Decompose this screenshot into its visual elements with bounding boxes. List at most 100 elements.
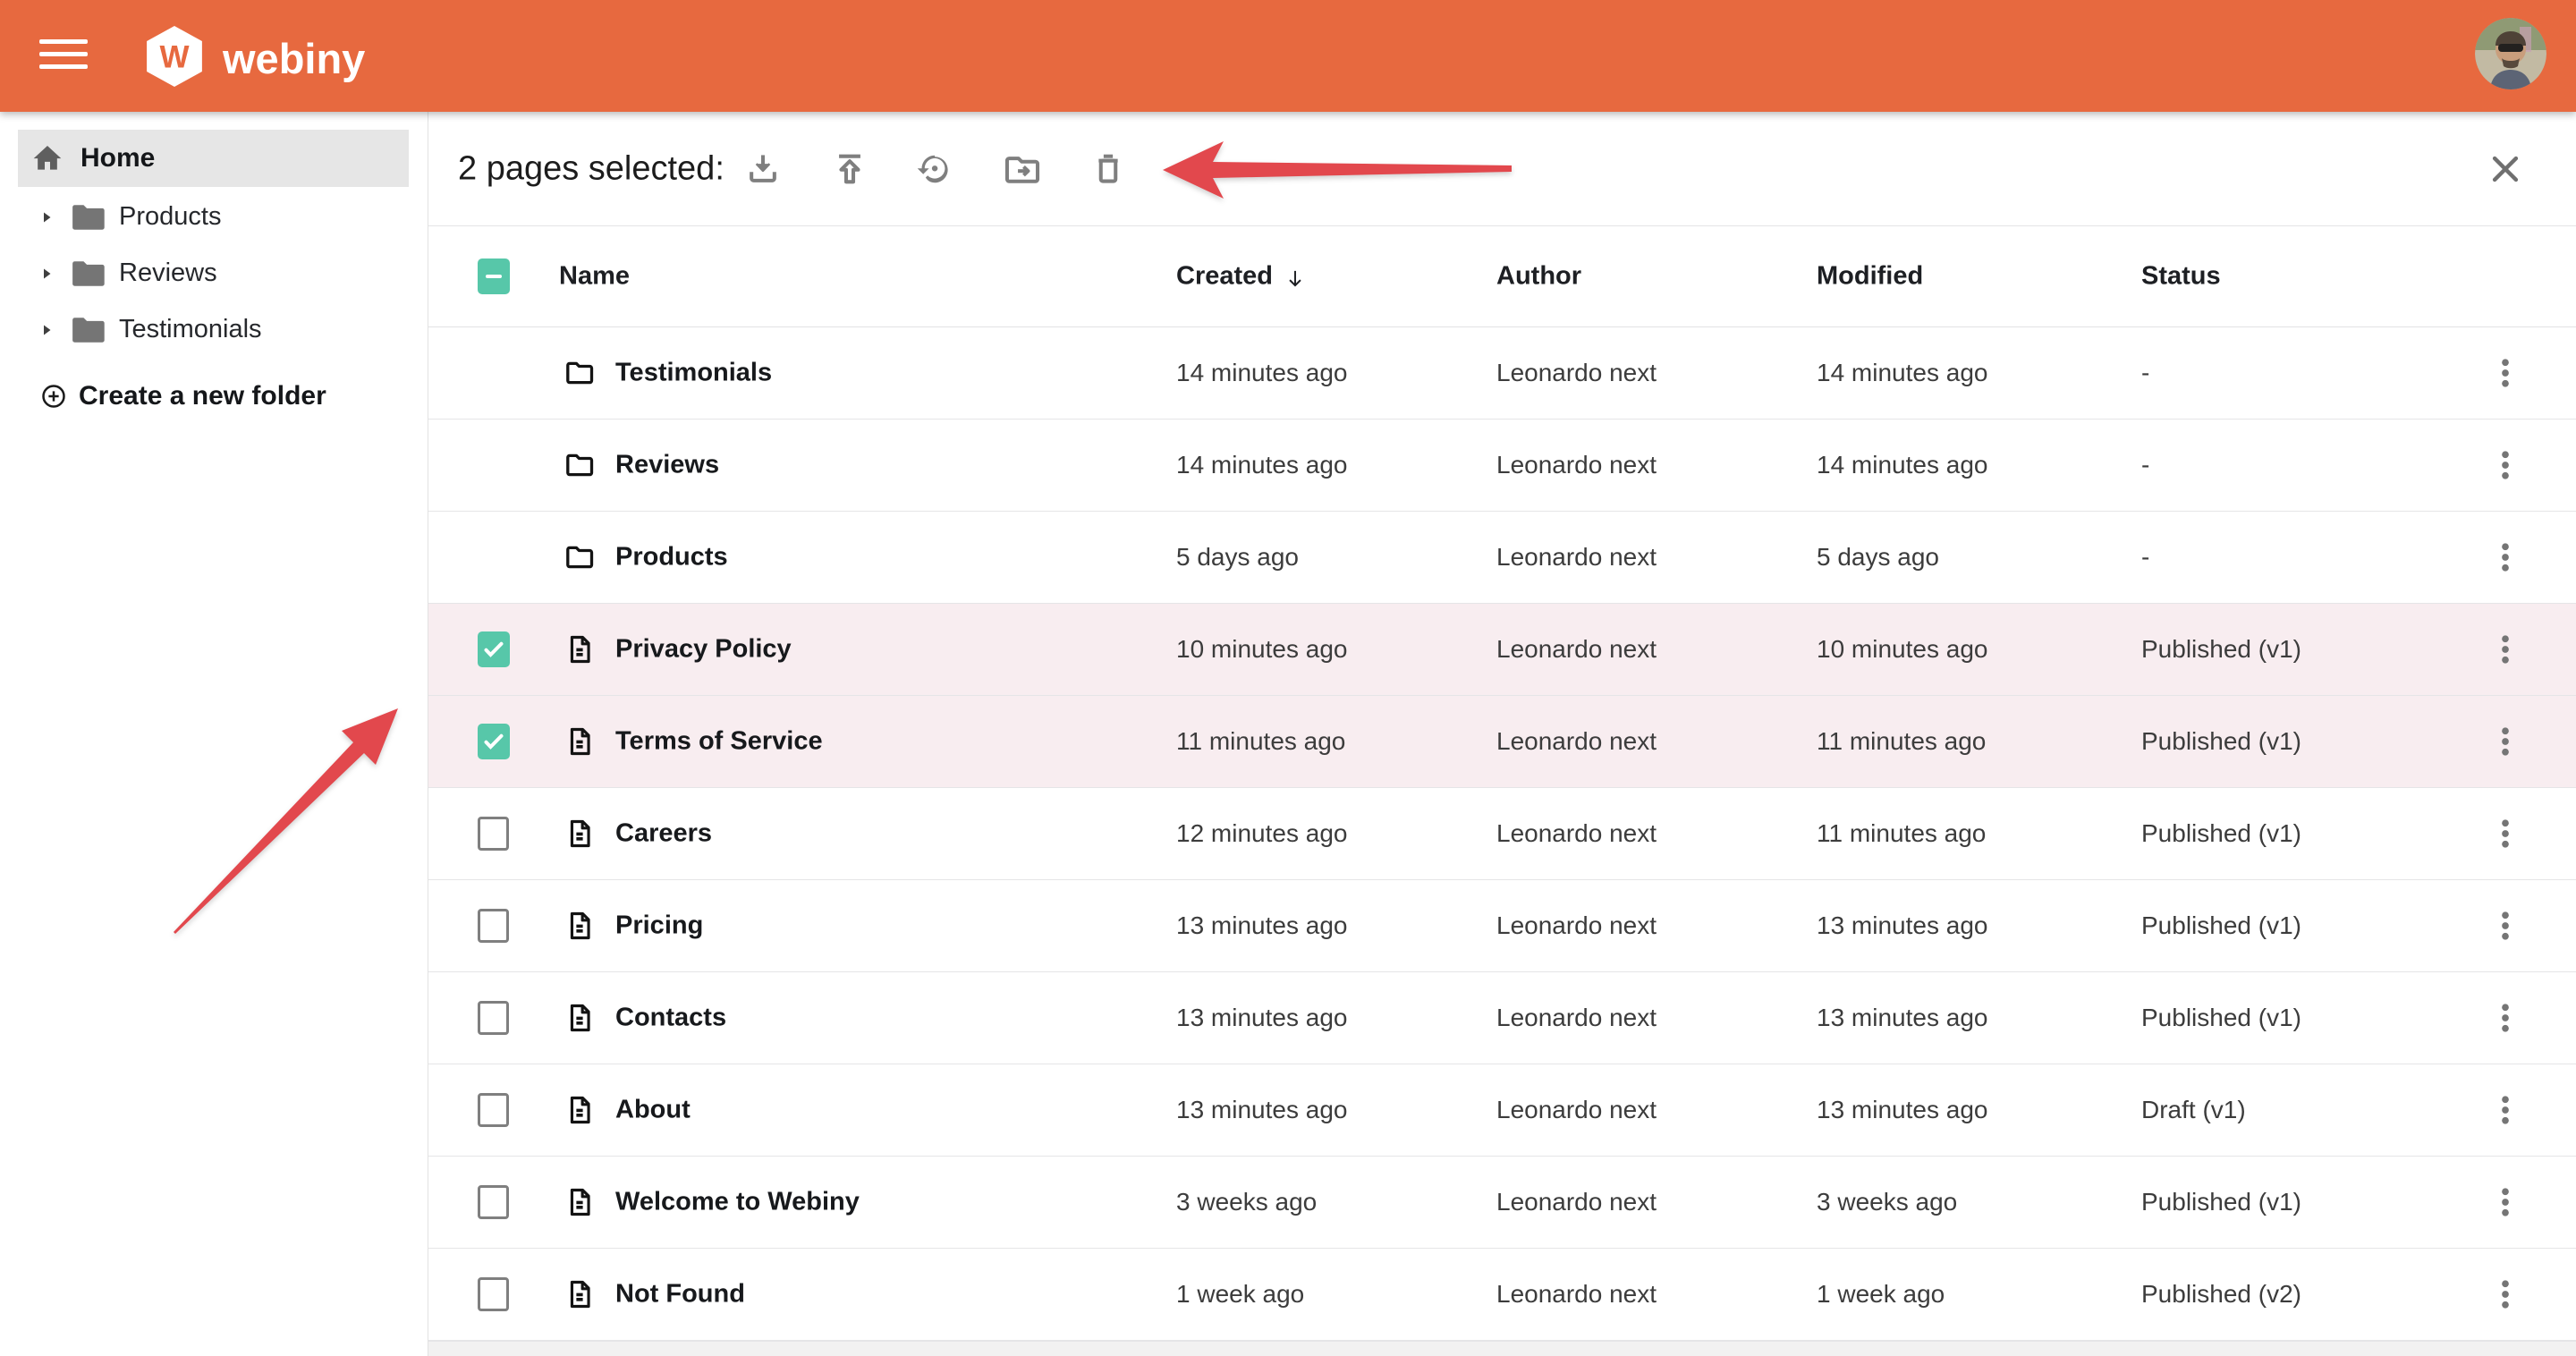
row-status: Published (v1) xyxy=(2141,727,2301,756)
chevron-right-icon[interactable] xyxy=(40,323,55,337)
row-name: Products xyxy=(615,543,728,572)
page-icon xyxy=(564,1186,596,1218)
row-created: 5 days ago xyxy=(1176,543,1299,572)
select-all-checkbox[interactable] xyxy=(478,258,510,294)
avatar-photo xyxy=(2475,18,2546,89)
folder-icon xyxy=(564,357,596,389)
hamburger-menu-icon[interactable] xyxy=(39,39,88,73)
sidebar-item-reviews[interactable]: Reviews xyxy=(0,245,428,301)
table-row[interactable]: Welcome to Webiny 3 weeks ago Leonardo n… xyxy=(428,1157,2576,1249)
sidebar-item-products[interactable]: Products xyxy=(0,189,428,245)
page-icon xyxy=(564,1002,596,1034)
kebab-icon xyxy=(2486,1027,2525,1040)
row-modified: 3 weeks ago xyxy=(1817,1188,1957,1216)
row-modified: 1 week ago xyxy=(1817,1280,1945,1309)
row-name: About xyxy=(615,1096,691,1125)
column-header-created[interactable]: Created xyxy=(1176,262,1307,292)
row-menu-button[interactable] xyxy=(2486,1275,2525,1314)
folder-icon xyxy=(68,198,107,237)
table-body: Testimonials 14 minutes ago Leonardo nex… xyxy=(428,327,2576,1341)
webiny-hexagon-icon: W xyxy=(146,25,203,88)
page-icon xyxy=(564,1094,596,1126)
table-row[interactable]: Contacts 13 minutes ago Leonardo next 13… xyxy=(428,972,2576,1064)
row-checkbox[interactable] xyxy=(478,724,510,759)
page-icon xyxy=(564,633,596,665)
row-status: - xyxy=(2141,543,2149,572)
kebab-icon xyxy=(2486,1211,2525,1225)
chevron-right-icon[interactable] xyxy=(40,267,55,281)
row-name: Reviews xyxy=(615,451,719,480)
table-row[interactable]: About 13 minutes ago Leonardo next 13 mi… xyxy=(428,1064,2576,1157)
table-row[interactable]: Testimonials 14 minutes ago Leonardo nex… xyxy=(428,327,2576,420)
sidebar-item-testimonials[interactable]: Testimonials xyxy=(0,301,428,358)
close-selection-button[interactable] xyxy=(2486,149,2525,189)
column-header-modified[interactable]: Modified xyxy=(1817,262,1923,292)
publish-icon xyxy=(828,149,871,189)
create-folder-label: Create a new folder xyxy=(79,381,326,411)
row-checkbox[interactable] xyxy=(478,1277,509,1311)
row-created: 14 minutes ago xyxy=(1176,359,1347,387)
create-folder-button[interactable]: Create a new folder xyxy=(40,373,326,420)
kebab-icon xyxy=(2486,750,2525,764)
row-author: Leonardo next xyxy=(1496,911,1657,940)
row-created: 13 minutes ago xyxy=(1176,1004,1347,1032)
sidebar-item-label: Testimonials xyxy=(119,315,262,344)
table-row[interactable]: Reviews 14 minutes ago Leonardo next 14 … xyxy=(428,420,2576,512)
row-status: Published (v1) xyxy=(2141,911,2301,940)
row-author: Leonardo next xyxy=(1496,727,1657,756)
row-menu-button[interactable] xyxy=(2486,1182,2525,1222)
row-checkbox[interactable] xyxy=(478,1185,509,1219)
row-menu-button[interactable] xyxy=(2486,722,2525,761)
restore-button[interactable] xyxy=(913,148,956,191)
row-author: Leonardo next xyxy=(1496,1280,1657,1309)
column-header-author[interactable]: Author xyxy=(1496,262,1581,292)
delete-button[interactable] xyxy=(1087,148,1130,191)
row-menu-button[interactable] xyxy=(2486,445,2525,485)
row-checkbox[interactable] xyxy=(478,817,509,851)
kebab-icon xyxy=(2486,658,2525,672)
publish-button[interactable] xyxy=(828,148,871,191)
row-modified: 14 minutes ago xyxy=(1817,359,1987,387)
user-avatar[interactable] xyxy=(2475,18,2546,89)
row-menu-button[interactable] xyxy=(2486,1090,2525,1130)
row-author: Leonardo next xyxy=(1496,635,1657,664)
table-row[interactable]: Products 5 days ago Leonardo next 5 days… xyxy=(428,512,2576,604)
row-menu-button[interactable] xyxy=(2486,906,2525,945)
home-icon xyxy=(30,140,65,176)
table-row[interactable]: Pricing 13 minutes ago Leonardo next 13 … xyxy=(428,880,2576,972)
table-row[interactable]: Not Found 1 week ago Leonardo next 1 wee… xyxy=(428,1249,2576,1341)
row-checkbox[interactable] xyxy=(478,909,509,943)
row-menu-button[interactable] xyxy=(2486,814,2525,853)
table-row[interactable]: Terms of Service 11 minutes ago Leonardo… xyxy=(428,696,2576,788)
svg-text:W: W xyxy=(159,39,189,74)
table-row[interactable]: Privacy Policy 10 minutes ago Leonardo n… xyxy=(428,604,2576,696)
chevron-right-icon[interactable] xyxy=(40,210,55,225)
column-header-status[interactable]: Status xyxy=(2141,262,2221,292)
row-menu-button[interactable] xyxy=(2486,998,2525,1038)
row-checkbox[interactable] xyxy=(478,1001,509,1035)
kebab-icon xyxy=(2486,382,2525,395)
folder-icon xyxy=(68,310,107,350)
row-menu-button[interactable] xyxy=(2486,538,2525,577)
folder-icon xyxy=(68,254,107,293)
page-icon xyxy=(564,725,596,758)
folder-tree: Products Reviews Testimonials xyxy=(0,189,428,358)
column-header-name[interactable]: Name xyxy=(559,262,630,292)
row-checkbox[interactable] xyxy=(478,631,510,667)
row-menu-button[interactable] xyxy=(2486,630,2525,669)
move-to-folder-button[interactable] xyxy=(1001,148,1044,191)
sidebar-item-home[interactable]: Home xyxy=(18,130,409,187)
row-author: Leonardo next xyxy=(1496,1096,1657,1124)
row-menu-button[interactable] xyxy=(2486,353,2525,393)
row-status: Published (v1) xyxy=(2141,1004,2301,1032)
table-row[interactable]: Careers 12 minutes ago Leonardo next 11 … xyxy=(428,788,2576,880)
row-checkbox[interactable] xyxy=(478,1093,509,1127)
row-name: Pricing xyxy=(615,911,703,941)
kebab-icon xyxy=(2486,1303,2525,1317)
download-button[interactable] xyxy=(741,148,784,191)
sidebar-item-label: Reviews xyxy=(119,258,217,288)
row-author: Leonardo next xyxy=(1496,451,1657,479)
kebab-icon xyxy=(2486,935,2525,948)
row-modified: 14 minutes ago xyxy=(1817,451,1987,479)
row-created: 12 minutes ago xyxy=(1176,819,1347,848)
